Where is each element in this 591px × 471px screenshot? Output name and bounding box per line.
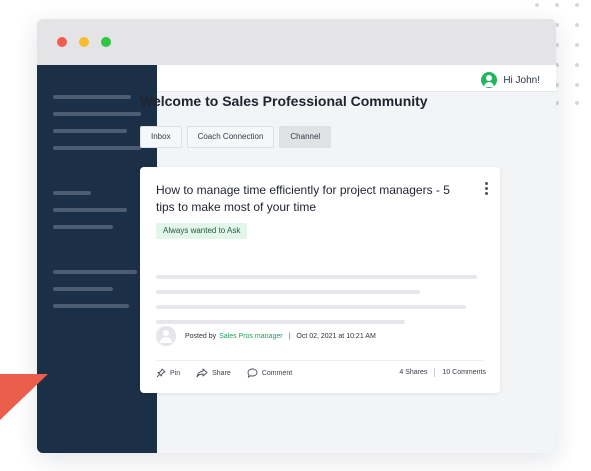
share-label: Share <box>212 369 231 377</box>
author-link[interactable]: Sales Pros manager <box>219 333 282 340</box>
divider <box>156 360 484 361</box>
window-titlebar <box>37 19 556 65</box>
sidebar-placeholder-item[interactable] <box>53 270 137 274</box>
tab-coach-connection[interactable]: Coach Connection <box>186 126 275 148</box>
top-bar: Hi John! <box>157 65 556 92</box>
pin-icon <box>156 368 166 378</box>
content-placeholder-line <box>156 320 405 324</box>
greeting-text: Hi John! <box>503 74 540 86</box>
minimize-window-button[interactable] <box>79 37 89 47</box>
posted-by-label: Posted by <box>185 332 217 340</box>
content-placeholder-line <box>156 275 477 279</box>
tab-inbox[interactable]: Inbox <box>140 126 182 148</box>
share-icon <box>196 368 208 378</box>
tab-bar: Inbox Coach Connection Channel <box>140 126 332 148</box>
close-window-button[interactable] <box>57 37 67 47</box>
content-placeholder-line <box>156 305 466 309</box>
sidebar-placeholder-item[interactable] <box>53 208 127 212</box>
meta-separator: | <box>288 332 291 340</box>
tab-channel[interactable]: Channel <box>279 126 332 148</box>
page-title: Welcome to Sales Professional Community <box>140 93 428 109</box>
maximize-window-button[interactable] <box>101 37 111 47</box>
content-placeholder-line <box>156 290 420 294</box>
counts-separator <box>434 368 436 377</box>
decorative-triangle <box>0 374 48 420</box>
pin-label: Pin <box>170 369 181 377</box>
post-date: Oct 02, 2021 at 10:21 AM <box>296 332 376 340</box>
pin-button[interactable]: Pin <box>156 368 180 378</box>
sidebar-placeholder-item[interactable] <box>53 287 113 291</box>
post-counts: 4 Shares 10 Comments <box>399 368 486 377</box>
comment-label: Comment <box>261 369 293 377</box>
sidebar-placeholder-item[interactable] <box>53 129 127 133</box>
post-title[interactable]: How to manage time efficiently for proje… <box>156 182 456 216</box>
comments-count[interactable]: 10 Comments <box>442 369 486 376</box>
author-avatar-icon <box>156 326 176 346</box>
sidebar-placeholder-item[interactable] <box>53 112 141 116</box>
sidebar-placeholder-item[interactable] <box>53 95 131 99</box>
sidebar-placeholder-item[interactable] <box>53 225 113 229</box>
post-card: How to manage time efficiently for proje… <box>140 167 500 393</box>
user-greeting[interactable]: Hi John! <box>481 72 540 88</box>
more-options-icon[interactable] <box>485 182 488 197</box>
post-actions: Pin Share Comment <box>156 368 292 378</box>
shares-count[interactable]: 4 Shares <box>399 369 427 376</box>
sidebar-placeholder-item[interactable] <box>53 146 141 150</box>
post-tag[interactable]: Always wanted to Ask <box>156 223 248 239</box>
sidebar-placeholder-item[interactable] <box>53 191 91 195</box>
comment-button[interactable]: Comment <box>247 368 292 378</box>
user-avatar-icon <box>481 72 498 88</box>
sidebar <box>37 65 157 453</box>
post-meta: Posted by Sales Pros manager | Oct 02, 2… <box>156 326 376 346</box>
comment-icon <box>247 368 258 378</box>
share-button[interactable]: Share <box>196 368 231 378</box>
sidebar-placeholder-item[interactable] <box>53 304 129 308</box>
